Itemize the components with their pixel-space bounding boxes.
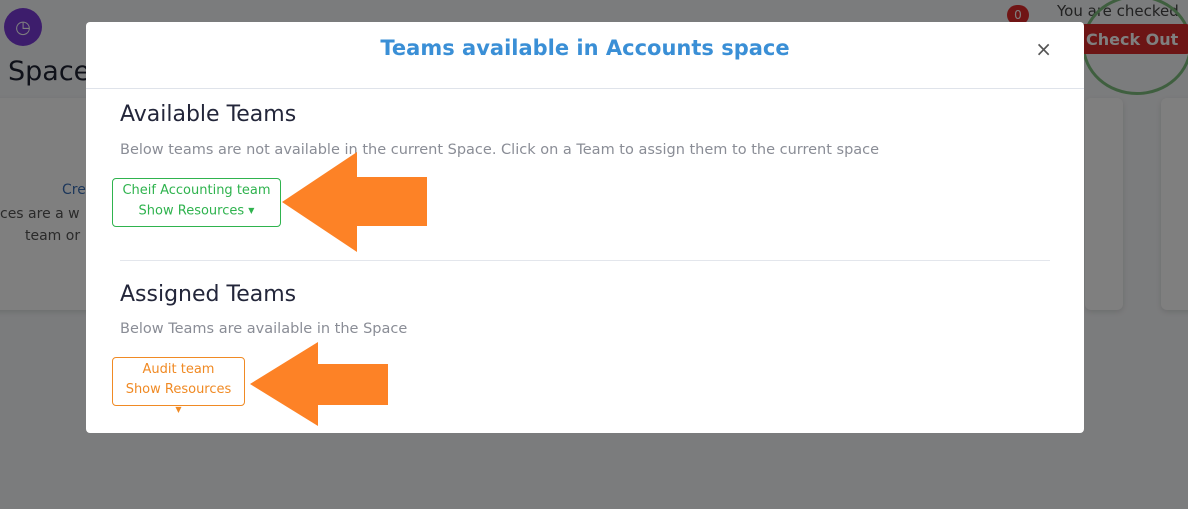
show-resources-label: Show Resources [138,203,245,219]
team-button-cheif-accounting[interactable]: Cheif Accounting team Show Resources ▼ [112,178,281,227]
annotation-arrow-icon [282,152,427,252]
caret-down-icon: ▼ [175,405,182,414]
available-teams-heading: Available Teams [120,102,297,127]
assigned-teams-description: Below Teams are available in the Space [120,321,408,337]
caret-down-icon: ▼ [248,206,255,215]
available-teams-description: Below teams are not available in the cur… [120,142,880,158]
team-name: Audit team [142,362,215,377]
section-divider [120,260,1050,261]
show-resources-label: Show Resources [125,382,232,397]
modal-header: Teams available in Accounts space × [86,22,1084,89]
modal-title: Teams available in Accounts space [380,36,790,60]
teams-modal: Teams available in Accounts space × Avai… [86,22,1084,433]
assigned-teams-heading: Assigned Teams [120,282,297,307]
show-resources-toggle[interactable]: Show Resources ▼ [121,380,236,421]
close-icon[interactable]: × [1035,37,1052,61]
annotation-arrow-icon [250,342,388,426]
team-name: Cheif Accounting team [122,183,271,198]
show-resources-toggle[interactable]: Show Resources ▼ [121,201,272,222]
team-button-audit[interactable]: Audit team Show Resources ▼ [112,357,245,414]
